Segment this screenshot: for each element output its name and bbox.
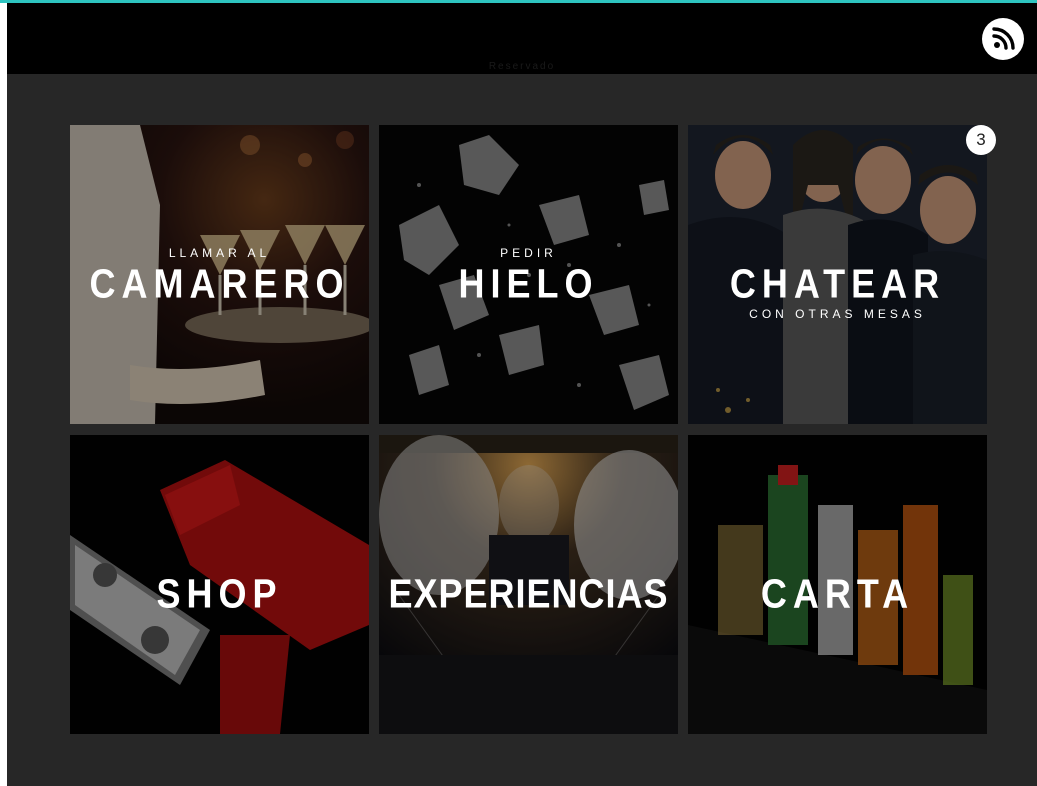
tile-subtitle: PEDIR <box>500 246 557 260</box>
header-title: Reservado <box>488 61 556 72</box>
tile-title: SHOP <box>156 570 283 617</box>
tile-title: HIELO <box>458 260 599 307</box>
chat-unread-badge: 3 <box>966 125 996 155</box>
feed-button[interactable] <box>982 18 1024 60</box>
tile-order-ice[interactable]: PEDIR HIELO <box>379 125 678 424</box>
tile-title: EXPERIENCIAS <box>388 570 669 617</box>
tile-call-waiter[interactable]: LLAMAR AL CAMARERO <box>70 125 369 424</box>
tile-title: CAMARERO <box>89 260 350 307</box>
header-bar: Reservado <box>7 3 1037 74</box>
tile-subtitle: LLAMAR AL <box>168 246 271 260</box>
tile-experiences[interactable]: EXPERIENCIAS <box>379 435 678 734</box>
tile-chat[interactable]: CHATEAR CON OTRAS MESAS <box>688 125 987 424</box>
tile-title: CARTA <box>760 570 915 617</box>
tile-menu[interactable]: CARTA <box>688 435 987 734</box>
menu-grid: LLAMAR AL CAMARERO PEDIR HIELO CHATEAR C… <box>70 125 996 734</box>
tile-subtitle: CON OTRAS MESAS <box>749 307 926 321</box>
rss-feed-icon <box>992 27 1015 50</box>
tile-title: CHATEAR <box>729 260 946 307</box>
tile-shop[interactable]: SHOP <box>70 435 369 734</box>
screen: Reservado LLAMAR AL CAMARERO PEDIR HIELO… <box>0 0 1037 786</box>
app-window: Reservado LLAMAR AL CAMARERO PEDIR HIELO… <box>7 3 1037 786</box>
